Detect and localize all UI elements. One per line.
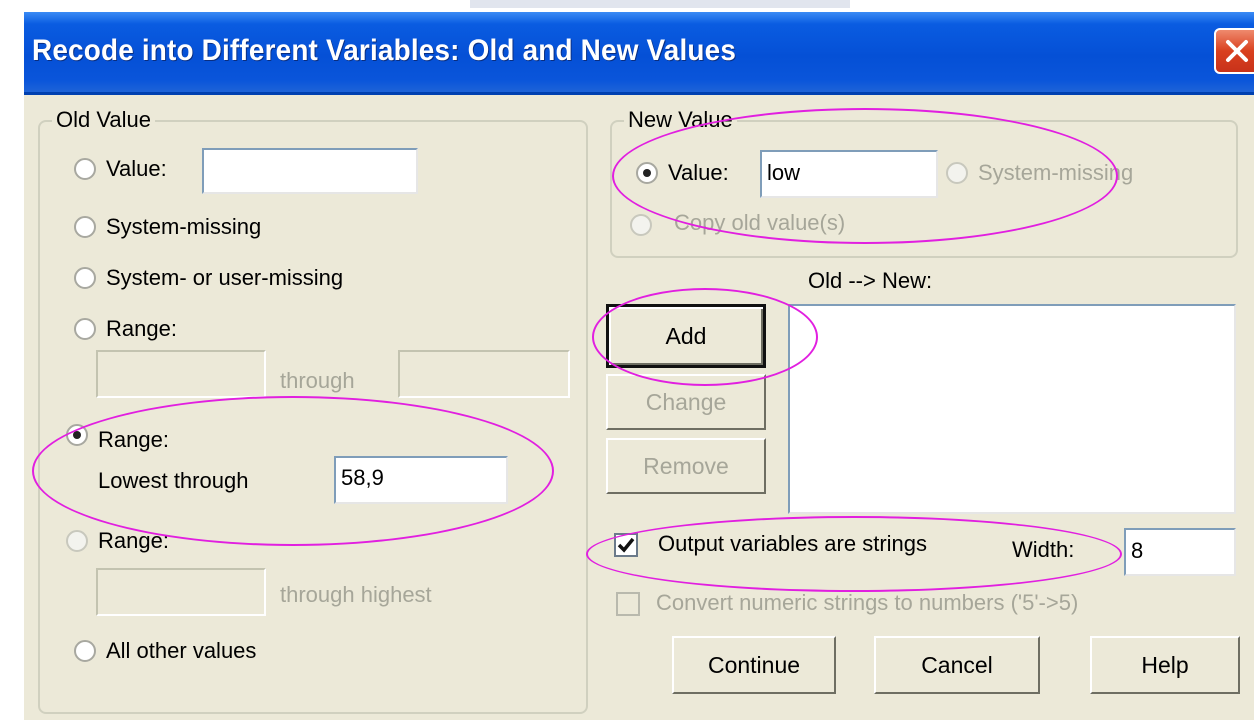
all-other-values-radio[interactable] bbox=[74, 640, 96, 662]
system-or-user-missing-radio[interactable] bbox=[74, 267, 96, 289]
old-value-input[interactable] bbox=[202, 148, 418, 194]
title-bar[interactable]: Recode into Different Variables: Old and… bbox=[24, 12, 1254, 95]
old-value-radio[interactable] bbox=[74, 158, 96, 180]
add-button[interactable]: Add bbox=[606, 304, 766, 368]
help-button-label: Help bbox=[1141, 652, 1189, 678]
range-radio[interactable] bbox=[74, 318, 96, 340]
old-value-legend: Old Value bbox=[52, 107, 155, 133]
new-value-label: Value: bbox=[668, 160, 729, 185]
output-strings-label: Output variables are strings bbox=[658, 531, 928, 556]
help-button[interactable]: Help bbox=[1090, 636, 1240, 694]
selected-dot-icon bbox=[643, 169, 651, 177]
close-icon bbox=[1226, 40, 1248, 62]
range-through-label: through bbox=[280, 368, 355, 393]
width-input[interactable]: 8 bbox=[1124, 528, 1236, 576]
close-button[interactable] bbox=[1214, 28, 1254, 74]
through-highest-label: through highest bbox=[280, 582, 432, 607]
add-button-label: Add bbox=[665, 323, 707, 349]
recode-dialog: Recode into Different Variables: Old and… bbox=[24, 12, 1254, 720]
range-to-input[interactable] bbox=[398, 350, 570, 398]
new-system-missing-radio[interactable] bbox=[946, 162, 968, 184]
new-value-legend: New Value bbox=[624, 107, 737, 133]
range-label: Range: bbox=[106, 316, 177, 341]
system-missing-radio[interactable] bbox=[74, 216, 96, 238]
remove-button-label: Remove bbox=[643, 453, 729, 479]
cancel-button[interactable]: Cancel bbox=[874, 636, 1040, 694]
convert-numeric-checkbox[interactable] bbox=[616, 592, 640, 616]
range-highest-radio[interactable] bbox=[66, 530, 88, 552]
range-lowest-radio[interactable] bbox=[66, 424, 88, 446]
old-value-group: Old Value bbox=[38, 107, 588, 714]
copy-old-value-label: Copy old value(s) bbox=[674, 210, 846, 235]
system-or-user-missing-label: System- or user-missing bbox=[106, 265, 344, 290]
change-button[interactable]: Change bbox=[606, 374, 766, 430]
cancel-button-label: Cancel bbox=[921, 652, 993, 678]
left-background-strip bbox=[0, 0, 24, 720]
all-other-values-label: All other values bbox=[106, 638, 257, 663]
convert-numeric-label: Convert numeric strings to numbers ('5'-… bbox=[656, 590, 1079, 615]
checkmark-icon bbox=[617, 537, 635, 553]
background-window-fragment bbox=[470, 0, 850, 8]
background-strip bbox=[0, 0, 1254, 12]
copy-old-value-radio[interactable] bbox=[630, 214, 652, 236]
new-value-radio[interactable] bbox=[636, 162, 658, 184]
through-highest-input[interactable] bbox=[96, 568, 266, 616]
range-highest-label: Range: bbox=[98, 528, 169, 553]
range-from-input[interactable] bbox=[96, 350, 266, 398]
window-title: Recode into Different Variables: Old and… bbox=[32, 34, 737, 67]
old-new-list[interactable] bbox=[788, 304, 1236, 514]
range-lowest-label: Range: bbox=[98, 427, 169, 452]
change-button-label: Change bbox=[645, 389, 727, 415]
lowest-through-input[interactable]: 58,9 bbox=[334, 456, 508, 504]
new-system-missing-label: System-missing bbox=[978, 160, 1134, 185]
lowest-through-label: Lowest through bbox=[98, 468, 249, 493]
old-value-value-label: Value: bbox=[106, 156, 167, 181]
width-label: Width: bbox=[1012, 537, 1075, 562]
selected-dot-icon bbox=[73, 431, 81, 439]
output-strings-checkbox[interactable] bbox=[614, 533, 638, 557]
old-new-label: Old --> New: bbox=[808, 268, 933, 293]
remove-button[interactable]: Remove bbox=[606, 438, 766, 494]
system-missing-label: System-missing bbox=[106, 214, 262, 239]
new-value-input[interactable]: low bbox=[760, 150, 938, 198]
continue-button[interactable]: Continue bbox=[672, 636, 836, 694]
continue-button-label: Continue bbox=[707, 652, 801, 678]
